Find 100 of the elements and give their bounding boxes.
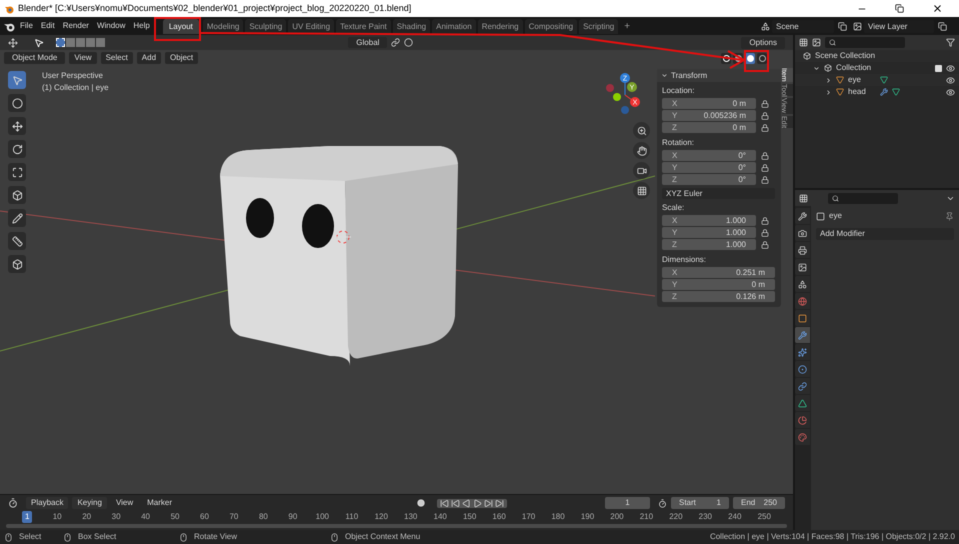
measure-tool-icon[interactable] [8, 232, 26, 250]
value-field[interactable]: Y 0.005236 m [662, 110, 756, 121]
transform-tool-icon[interactable] [8, 186, 26, 204]
value-field[interactable]: Z 1.000 [662, 239, 756, 250]
wrench-icon[interactable] [795, 208, 810, 224]
view-layer-field[interactable]: View Layer [864, 20, 934, 32]
pie-icon[interactable] [795, 412, 810, 428]
menu-item[interactable]: Render [60, 20, 92, 32]
camera-icon[interactable] [795, 225, 810, 241]
link-icon[interactable] [795, 378, 810, 394]
annotate-tool-icon[interactable] [8, 209, 26, 227]
camera-icon[interactable] [633, 162, 650, 179]
workspace-tab[interactable]: Texture Paint [336, 18, 391, 34]
workspace-tab[interactable]: Layout [162, 18, 199, 34]
previous-keyframe-icon[interactable] [451, 498, 460, 508]
cursor-tool-icon[interactable] [8, 94, 26, 112]
workspace-tab[interactable]: Shading [392, 18, 430, 34]
viewport-menu[interactable]: Add [136, 52, 162, 64]
current-frame-field[interactable]: 1 [605, 497, 650, 509]
shading-button[interactable] [745, 52, 755, 64]
checkbox[interactable] [935, 64, 942, 72]
axis-dot[interactable] [606, 84, 614, 92]
sparkles-icon[interactable] [795, 344, 810, 360]
menu-item[interactable]: Help [130, 20, 153, 32]
select-tool-icon[interactable] [8, 71, 26, 89]
rotation-mode-dropdown[interactable]: XYZ Euler [662, 188, 775, 199]
square-icon[interactable] [795, 310, 810, 326]
workspace-tab[interactable]: Scripting [579, 18, 618, 34]
menu-item[interactable]: File [17, 20, 36, 32]
play-icon[interactable] [473, 498, 482, 508]
cursor-icon[interactable] [34, 38, 44, 48]
tree-item[interactable]: Scene Collection [815, 50, 876, 62]
next-keyframe-icon[interactable] [484, 498, 493, 508]
editor-type-icon[interactable] [799, 38, 808, 47]
grid-icon[interactable] [633, 182, 650, 199]
lock-icon[interactable] [761, 100, 769, 108]
visibility-icon[interactable] [946, 76, 955, 84]
close-icon[interactable] [932, 3, 943, 14]
visibility-icon[interactable] [946, 88, 955, 96]
lock-icon[interactable] [761, 216, 769, 224]
axis-dot[interactable] [613, 93, 621, 101]
start-field[interactable]: Start 1 [671, 497, 729, 509]
lock-icon[interactable] [761, 228, 769, 236]
value-field[interactable]: Y 0° [662, 162, 756, 173]
palette-icon[interactable] [795, 429, 810, 445]
clock-icon[interactable] [8, 498, 18, 508]
copy-icon[interactable] [838, 22, 847, 30]
mode-dropdown[interactable]: Object Mode [4, 52, 66, 64]
options-dropdown[interactable]: Options [741, 36, 785, 48]
image-icon[interactable] [795, 259, 810, 275]
value-field[interactable]: X 0° [662, 150, 756, 161]
editor-type-icon[interactable] [799, 194, 808, 202]
add-modifier-dropdown[interactable]: Add Modifier [816, 228, 954, 240]
axis-dot[interactable] [621, 106, 629, 114]
search-field[interactable] [825, 37, 905, 48]
target-icon[interactable] [795, 361, 810, 377]
scale-tool-icon[interactable] [8, 163, 26, 181]
rotate-tool-icon[interactable] [8, 140, 26, 158]
printer-icon[interactable] [795, 242, 810, 258]
pin-icon[interactable] [945, 212, 954, 220]
end-field[interactable]: End 250 [733, 497, 785, 509]
timeline-scrollbar[interactable] [6, 524, 787, 528]
lock-icon[interactable] [761, 112, 769, 120]
maximize-icon[interactable] [895, 4, 904, 13]
lock-icon[interactable] [761, 164, 769, 172]
stopwatch-icon[interactable] [658, 498, 667, 508]
value-field[interactable]: X 0.251 m [662, 267, 775, 278]
value-field[interactable]: X 1.000 [662, 215, 756, 226]
menu-item[interactable]: Window [94, 20, 128, 32]
timeline-menu[interactable]: Marker [142, 497, 178, 509]
jump-start-icon[interactable] [440, 498, 449, 508]
zoom-icon[interactable] [633, 122, 650, 139]
workspace-tab[interactable]: Animation [432, 18, 476, 34]
value-field[interactable]: Y 1.000 [662, 227, 756, 238]
tree-item[interactable]: Collection [836, 62, 872, 74]
viewport-menu[interactable]: View [69, 52, 97, 64]
add-cube-tool-icon[interactable] [8, 255, 26, 273]
globe-icon[interactable] [795, 293, 810, 309]
hand-icon[interactable] [633, 142, 650, 159]
link-icon[interactable] [391, 38, 400, 47]
selection-modes-icon[interactable] [56, 38, 105, 47]
lock-icon[interactable] [761, 152, 769, 160]
workspace-tab[interactable]: Compositing [524, 18, 578, 34]
playhead-marker[interactable]: 1 [22, 511, 32, 523]
orientation-dropdown[interactable]: Global [348, 37, 388, 48]
add-workspace-button[interactable]: + [620, 18, 634, 34]
workspace-tab[interactable]: Rendering [478, 18, 523, 34]
tree-item[interactable]: head [848, 86, 876, 98]
move-tool-icon[interactable] [8, 117, 26, 135]
timeline-menu[interactable]: Keying [72, 497, 107, 509]
jump-end-icon[interactable] [495, 498, 504, 508]
timeline-menu[interactable]: Playback [26, 497, 68, 509]
play-reverse-icon[interactable] [462, 498, 471, 508]
filter-icon[interactable] [946, 38, 955, 47]
copy-icon[interactable] [938, 22, 947, 30]
timeline-menu[interactable]: View [110, 497, 138, 509]
lock-icon[interactable] [761, 124, 769, 132]
viewport-menu[interactable]: Select [100, 52, 133, 64]
menu-item[interactable]: Edit [38, 20, 58, 32]
record-icon[interactable] [417, 499, 425, 507]
